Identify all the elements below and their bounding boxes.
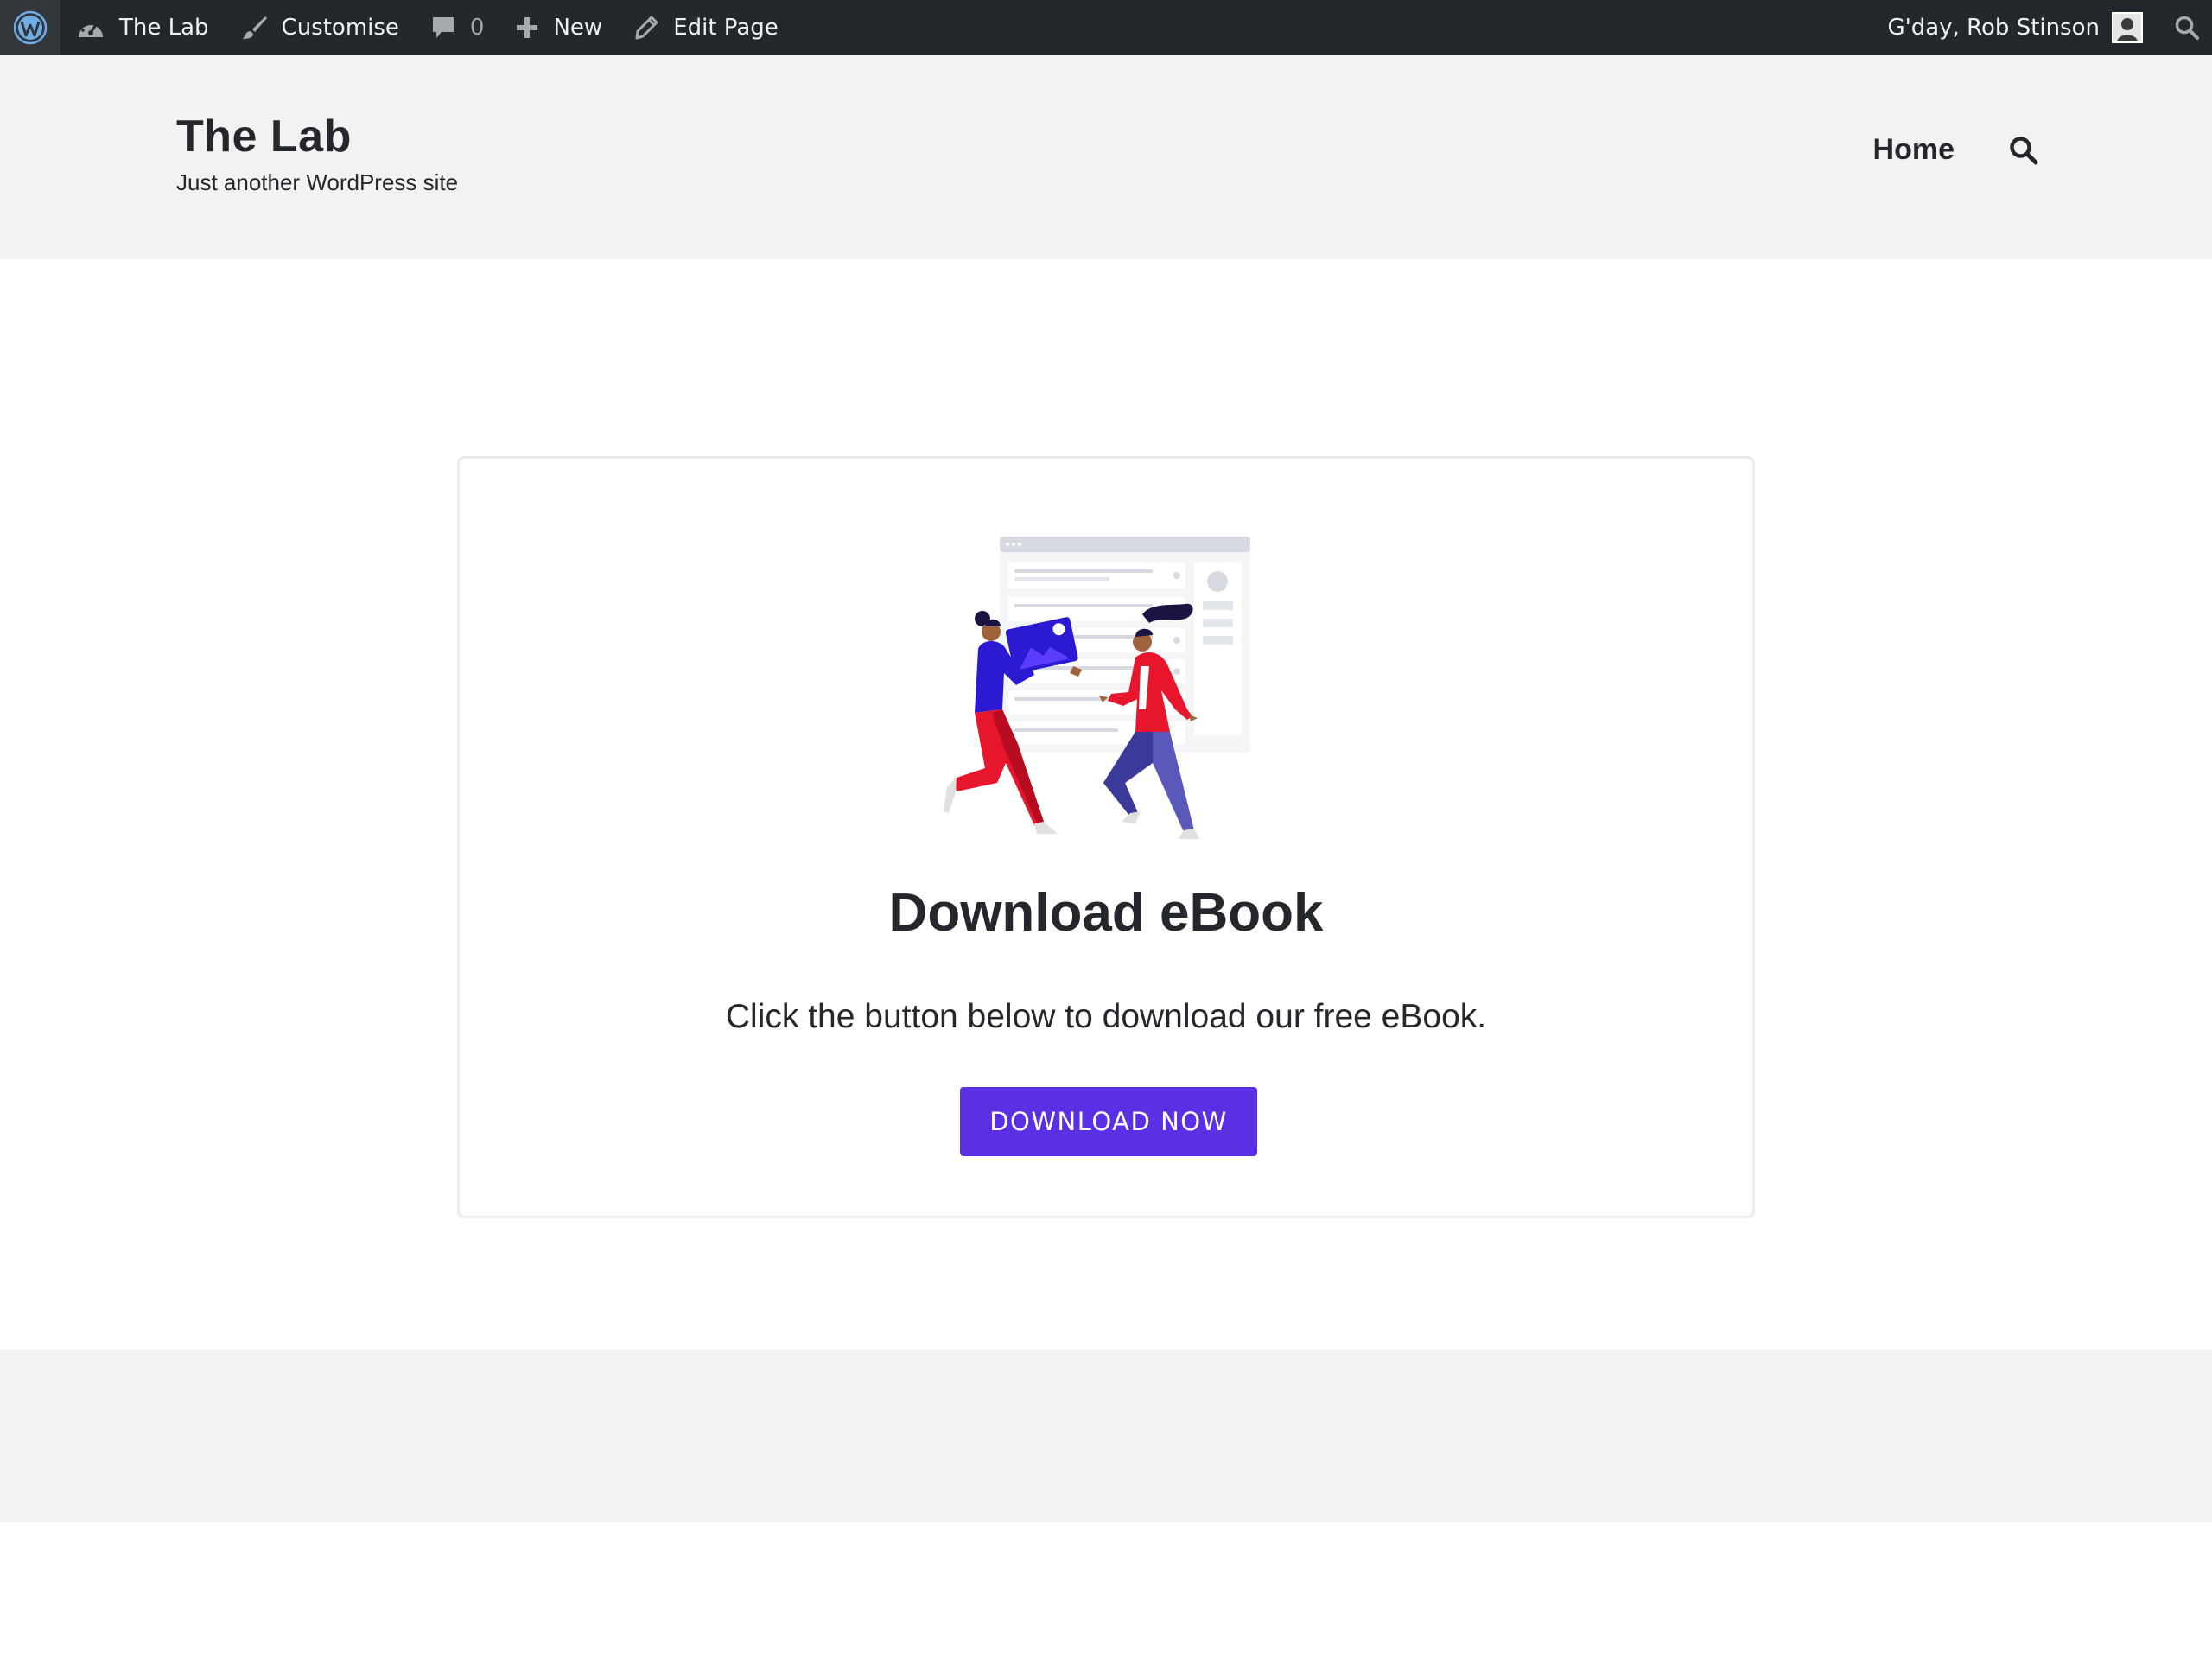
paintbrush-icon: [242, 16, 267, 39]
pencil-icon: [635, 16, 658, 40]
header-search-button[interactable]: [2008, 135, 2039, 166]
card-title: Download eBook: [888, 883, 1324, 943]
plus-icon: [517, 17, 538, 38]
main-navigation: Home: [1873, 133, 2039, 167]
comments-count: 0: [469, 15, 485, 41]
wordpress-logo-button[interactable]: [0, 0, 60, 55]
site-name-label: The Lab: [119, 15, 209, 41]
search-icon: [2175, 16, 2199, 40]
nav-item-home[interactable]: Home: [1873, 133, 1955, 167]
search-icon: [2010, 136, 2038, 164]
card-description: Click the button below to download our f…: [725, 998, 1487, 1035]
comment-bubble-icon: [432, 17, 454, 38]
admin-bar: The Lab Customise 0 New Edit Page G'day,…: [0, 0, 2212, 55]
admin-bar-right: G'day, Rob Stinson: [1872, 0, 2212, 55]
edit-page-link[interactable]: Edit Page: [618, 0, 794, 55]
customise-label: Customise: [281, 15, 399, 41]
site-tagline: Just another WordPress site: [176, 169, 459, 195]
wordpress-logo-icon: [13, 10, 48, 45]
new-label: New: [553, 15, 603, 41]
site-header: The Lab Just another WordPress site Home: [0, 55, 2212, 259]
admin-search-button[interactable]: [2158, 0, 2212, 55]
site-footer: [0, 1350, 2212, 1522]
avatar: [2112, 12, 2143, 43]
user-avatar-icon: [2113, 14, 2141, 41]
download-now-button[interactable]: DOWNLOAD NOW: [960, 1087, 1257, 1156]
dashboard-gauge-icon: [79, 20, 103, 37]
site-name-menu[interactable]: The Lab: [60, 0, 225, 55]
comments-link[interactable]: 0: [415, 0, 500, 55]
admin-bar-left: The Lab Customise 0 New Edit Page: [0, 0, 794, 55]
edit-page-label: Edit Page: [673, 15, 779, 41]
site-title[interactable]: The Lab: [176, 111, 352, 162]
my-account-menu[interactable]: G'day, Rob Stinson: [1872, 0, 2158, 55]
ebook-illustration: [944, 537, 1250, 839]
greeting-label: G'day, Rob Stinson: [1887, 15, 2100, 41]
download-ebook-card: Download eBook Click the button below to…: [457, 456, 1755, 1218]
new-content-menu[interactable]: New: [499, 0, 618, 55]
customise-link[interactable]: Customise: [225, 0, 415, 55]
